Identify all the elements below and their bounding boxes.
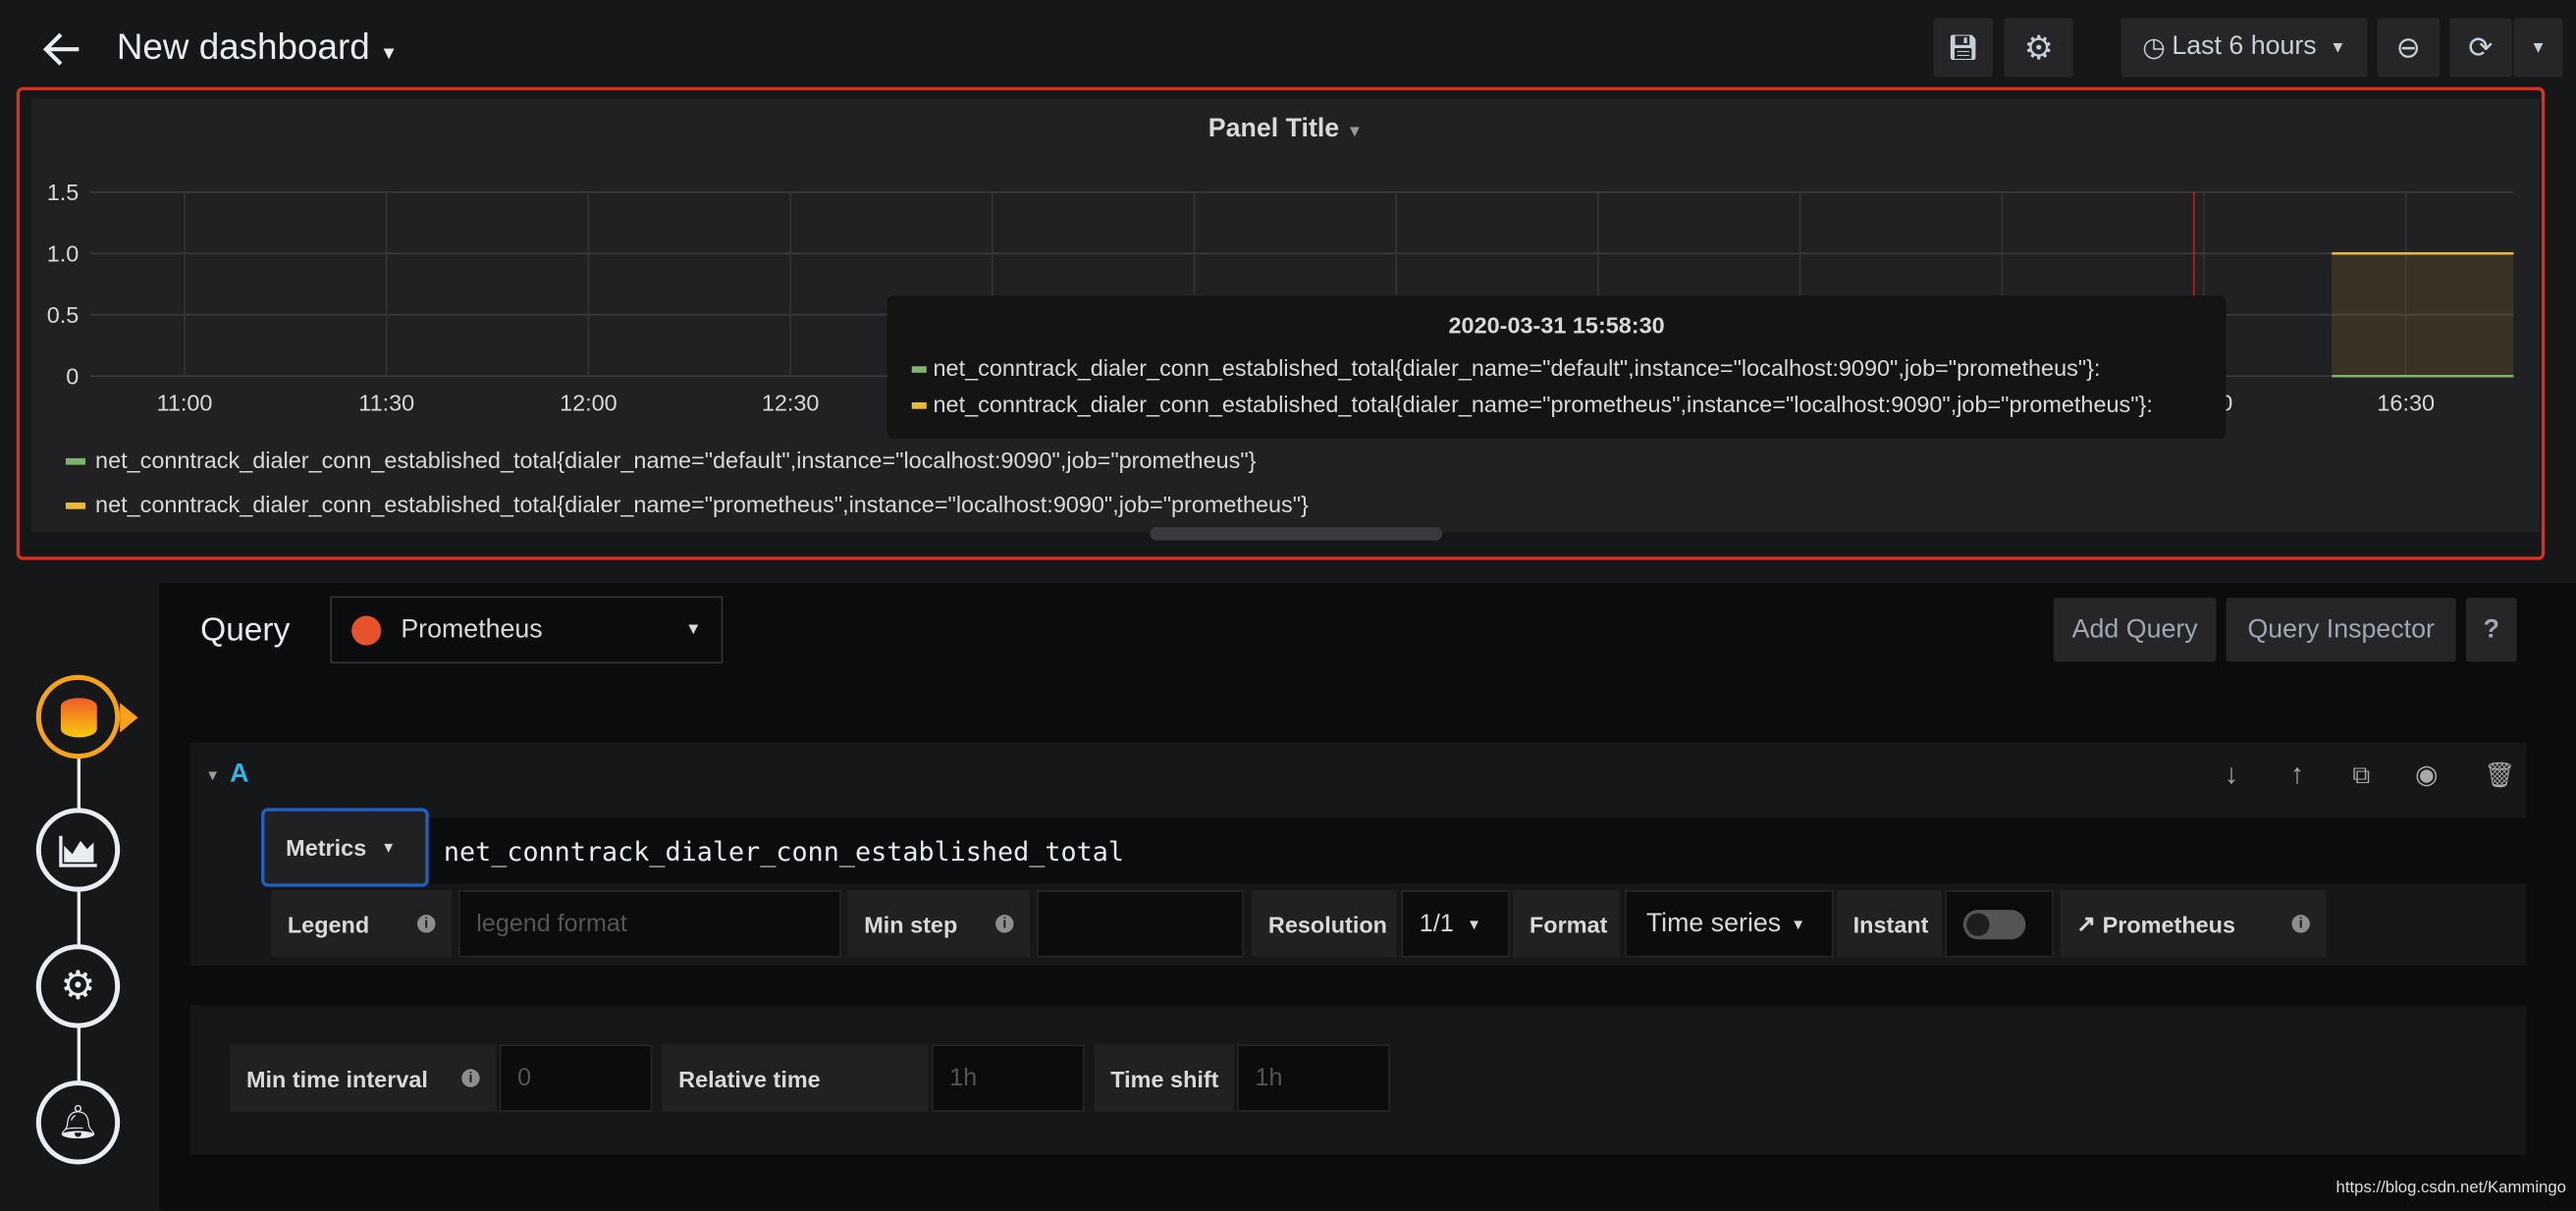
x-tick-label: 16:30: [2377, 390, 2435, 415]
x-tick-label: 11:30: [358, 390, 414, 415]
tooltip-time: 2020-03-31 15:58:30: [1448, 311, 1665, 339]
tooltip-row: net_conntrack_dialer_conn_established_to…: [887, 386, 2227, 422]
sidebar-item-visualization[interactable]: [35, 808, 121, 892]
legend-item[interactable]: net_conntrack_dialer_conn_established_to…: [65, 439, 1309, 483]
resolution-label: Resolution: [1252, 890, 1397, 958]
active-arrow: [120, 703, 138, 733]
legend-format-input[interactable]: legend format: [457, 890, 841, 958]
query-letter: A: [230, 760, 249, 789]
duplicate-icon[interactable]: ⧉: [2352, 762, 2370, 789]
legend-label: Legend i: [271, 890, 453, 958]
sidebar-item-alert[interactable]: 🔔︎: [35, 1080, 121, 1165]
info-icon[interactable]: i: [417, 915, 436, 933]
add-query-button[interactable]: Add Query: [2053, 598, 2217, 662]
metrics-button[interactable]: Metrics ▼: [261, 808, 429, 887]
caret-down-icon: ▼: [381, 839, 397, 856]
y-tick-label: 1.0: [47, 241, 80, 267]
time-shift-label: Time shift: [1094, 1044, 1234, 1112]
x-tick-label: 12:00: [560, 390, 617, 415]
prometheus-icon: [351, 614, 382, 645]
x-tick-label: 12:30: [762, 390, 820, 415]
format-label: Format: [1513, 890, 1621, 958]
min-interval-label: Min time interval i: [230, 1044, 497, 1112]
info-icon[interactable]: i: [995, 915, 1014, 933]
tooltip: 2020-03-31 15:58:30 net_conntrack_dialer…: [886, 295, 2227, 439]
info-icon[interactable]: i: [2291, 915, 2310, 933]
time-shift-input[interactable]: 1h: [1237, 1044, 1390, 1112]
min-step-label: Min step i: [847, 890, 1031, 958]
sidebar-item-general[interactable]: ⚙: [35, 944, 121, 1028]
y-tick-label: 1.5: [47, 180, 80, 205]
legend-item[interactable]: net_conntrack_dialer_conn_established_to…: [65, 483, 1309, 527]
legend-color-mark: [65, 458, 86, 466]
y-tick-label: 0.5: [47, 302, 80, 328]
instant-toggle-wrap: [1945, 890, 2054, 958]
move-up-icon[interactable]: ↑: [2290, 759, 2304, 791]
external-link-icon: ↗: [2076, 910, 2096, 936]
prometheus-link[interactable]: ↗ Prometheus i: [2060, 890, 2327, 958]
eye-icon[interactable]: ◉: [2415, 759, 2438, 791]
series-color-mark: [911, 366, 927, 374]
relative-time-input[interactable]: 1h: [931, 1044, 1085, 1112]
resolution-select[interactable]: 1/1 ▼: [1401, 890, 1510, 958]
instant-label: Instant: [1836, 890, 1943, 958]
panel-resize-handle[interactable]: [1150, 527, 1443, 541]
query-inspector-button[interactable]: Query Inspector: [2226, 598, 2456, 662]
instant-toggle[interactable]: [1962, 909, 2026, 939]
help-button[interactable]: ?: [2465, 598, 2517, 662]
legend: net_conntrack_dialer_conn_established_to…: [65, 439, 1309, 527]
caret-down-icon: ▼: [684, 620, 702, 639]
trash-icon[interactable]: 🗑︎: [2484, 761, 2515, 789]
wrench-gear-icon: ⚙: [60, 964, 96, 1009]
query-row-header[interactable]: ▼ A ↓ ↑ ⧉ ◉ 🗑︎: [190, 742, 2527, 809]
caret-down-icon: ▼: [1791, 915, 1806, 932]
datasource-select[interactable]: Prometheus ▼: [330, 596, 724, 664]
watermark: https://blog.csdn.net/Kammingo: [2335, 1179, 2566, 1197]
info-icon[interactable]: i: [461, 1069, 480, 1087]
y-tick-label: 0: [66, 364, 79, 390]
format-select[interactable]: Time series ▼: [1625, 890, 1834, 958]
area-chart-icon: [58, 834, 96, 867]
database-icon: [60, 697, 96, 737]
caret-down-icon: ▼: [205, 766, 221, 784]
query-label: Query: [200, 612, 291, 650]
promql-input[interactable]: net_conntrack_dialer_conn_established_to…: [428, 817, 2527, 884]
caret-down-icon: ▼: [1467, 915, 1482, 932]
bell-icon: 🔔︎: [57, 1105, 99, 1142]
x-tick-label: 11:00: [157, 390, 213, 415]
sidebar-item-queries[interactable]: [35, 674, 121, 760]
tooltip-row: net_conntrack_dialer_conn_established_to…: [887, 349, 2227, 386]
series-area: [2332, 253, 2514, 377]
series-color-mark: [911, 402, 927, 410]
move-down-icon[interactable]: ↓: [2225, 759, 2238, 791]
min-interval-input[interactable]: 0: [499, 1044, 653, 1112]
relative-time-label: Relative time: [662, 1044, 929, 1112]
legend-color-mark: [65, 502, 86, 510]
min-step-input[interactable]: [1036, 890, 1244, 958]
